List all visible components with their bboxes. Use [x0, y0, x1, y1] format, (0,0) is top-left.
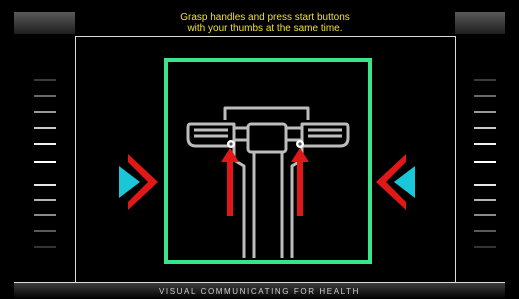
- level-bar: [474, 95, 496, 97]
- level-bar: [474, 199, 496, 201]
- chevron-right-icon: [119, 154, 158, 210]
- level-bar: [474, 79, 496, 81]
- level-bar: [34, 199, 56, 201]
- arrow-up-icon: [221, 148, 239, 216]
- left-header-tab: [14, 12, 75, 34]
- level-bar: [34, 143, 56, 145]
- level-bar: [474, 214, 496, 216]
- level-bar: [34, 184, 56, 186]
- chevron-left-icon: [376, 154, 415, 210]
- level-bar: [34, 111, 56, 113]
- level-bar: [474, 246, 496, 248]
- arrow-up-icon: [291, 148, 309, 216]
- level-bar: [474, 161, 496, 163]
- level-bar: [474, 143, 496, 145]
- level-bar: [474, 184, 496, 186]
- footer-text: VISUAL COMMUNICATING FOR HEALTH: [158, 287, 361, 296]
- level-bar: [34, 246, 56, 248]
- level-bar: [34, 127, 56, 129]
- level-bar: [34, 214, 56, 216]
- level-bar: [474, 230, 496, 232]
- level-bar: [474, 127, 496, 129]
- handlebar-icon: [186, 106, 350, 258]
- level-bar: [34, 161, 56, 163]
- console-screen: Grasp handles and press start buttons wi…: [0, 0, 519, 299]
- right-header-tab: [455, 12, 505, 34]
- level-bar: [474, 111, 496, 113]
- level-bar: [34, 79, 56, 81]
- level-bar: [34, 95, 56, 97]
- level-bar: [34, 230, 56, 232]
- instruction-text: Grasp handles and press start buttons wi…: [180, 12, 350, 34]
